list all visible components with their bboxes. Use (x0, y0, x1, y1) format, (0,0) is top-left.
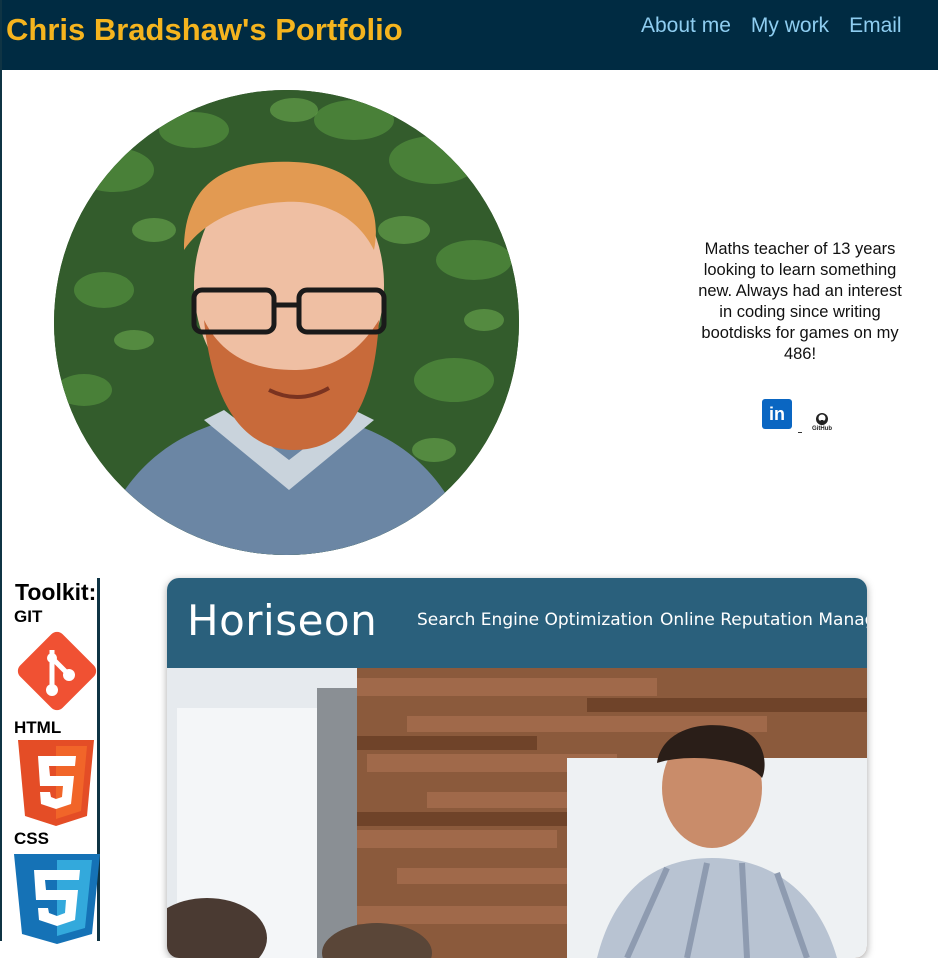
project-card-horiseon[interactable]: Horiseon Search Engine Optimization Onli… (167, 578, 867, 958)
nav-my-work[interactable]: My work (751, 14, 829, 38)
project-nav: Horiseon Search Engine Optimization Onli… (167, 578, 867, 668)
bio-text: Maths teacher of 13 years looking to lea… (698, 240, 902, 363)
profile-photo (54, 90, 519, 555)
html5-logo (18, 740, 94, 831)
tool-label-git: GIT (14, 607, 43, 626)
nav-about-me[interactable]: About me (641, 14, 731, 38)
social-links: in GitHub (762, 398, 842, 438)
css3-logo (14, 854, 100, 949)
project-nav-orm: Online Reputation Manage (660, 610, 867, 630)
toolkit-title: Toolkit: (15, 579, 97, 605)
github-caption: GitHub (812, 426, 832, 432)
linkedin-icon[interactable]: in (762, 399, 792, 429)
nav-email[interactable]: Email (849, 14, 902, 38)
tool-label-css: CSS (14, 829, 49, 848)
site-title: Chris Bradshaw's Portfolio (6, 12, 403, 47)
project-photo (167, 668, 867, 958)
git-logo (14, 628, 100, 719)
project-brand: Horiseon (187, 596, 378, 645)
tool-label-html: HTML (14, 718, 62, 737)
main-nav: About me My work Email (641, 14, 902, 38)
toolkit-sidebar: Toolkit: GIT HTML CSS (12, 578, 100, 944)
link-underline (798, 432, 802, 433)
github-icon[interactable]: GitHub (810, 412, 834, 434)
project-nav-seo: Search Engine Optimization (417, 610, 654, 630)
site-header: Chris Bradshaw's Portfolio About me My w… (2, 0, 938, 70)
